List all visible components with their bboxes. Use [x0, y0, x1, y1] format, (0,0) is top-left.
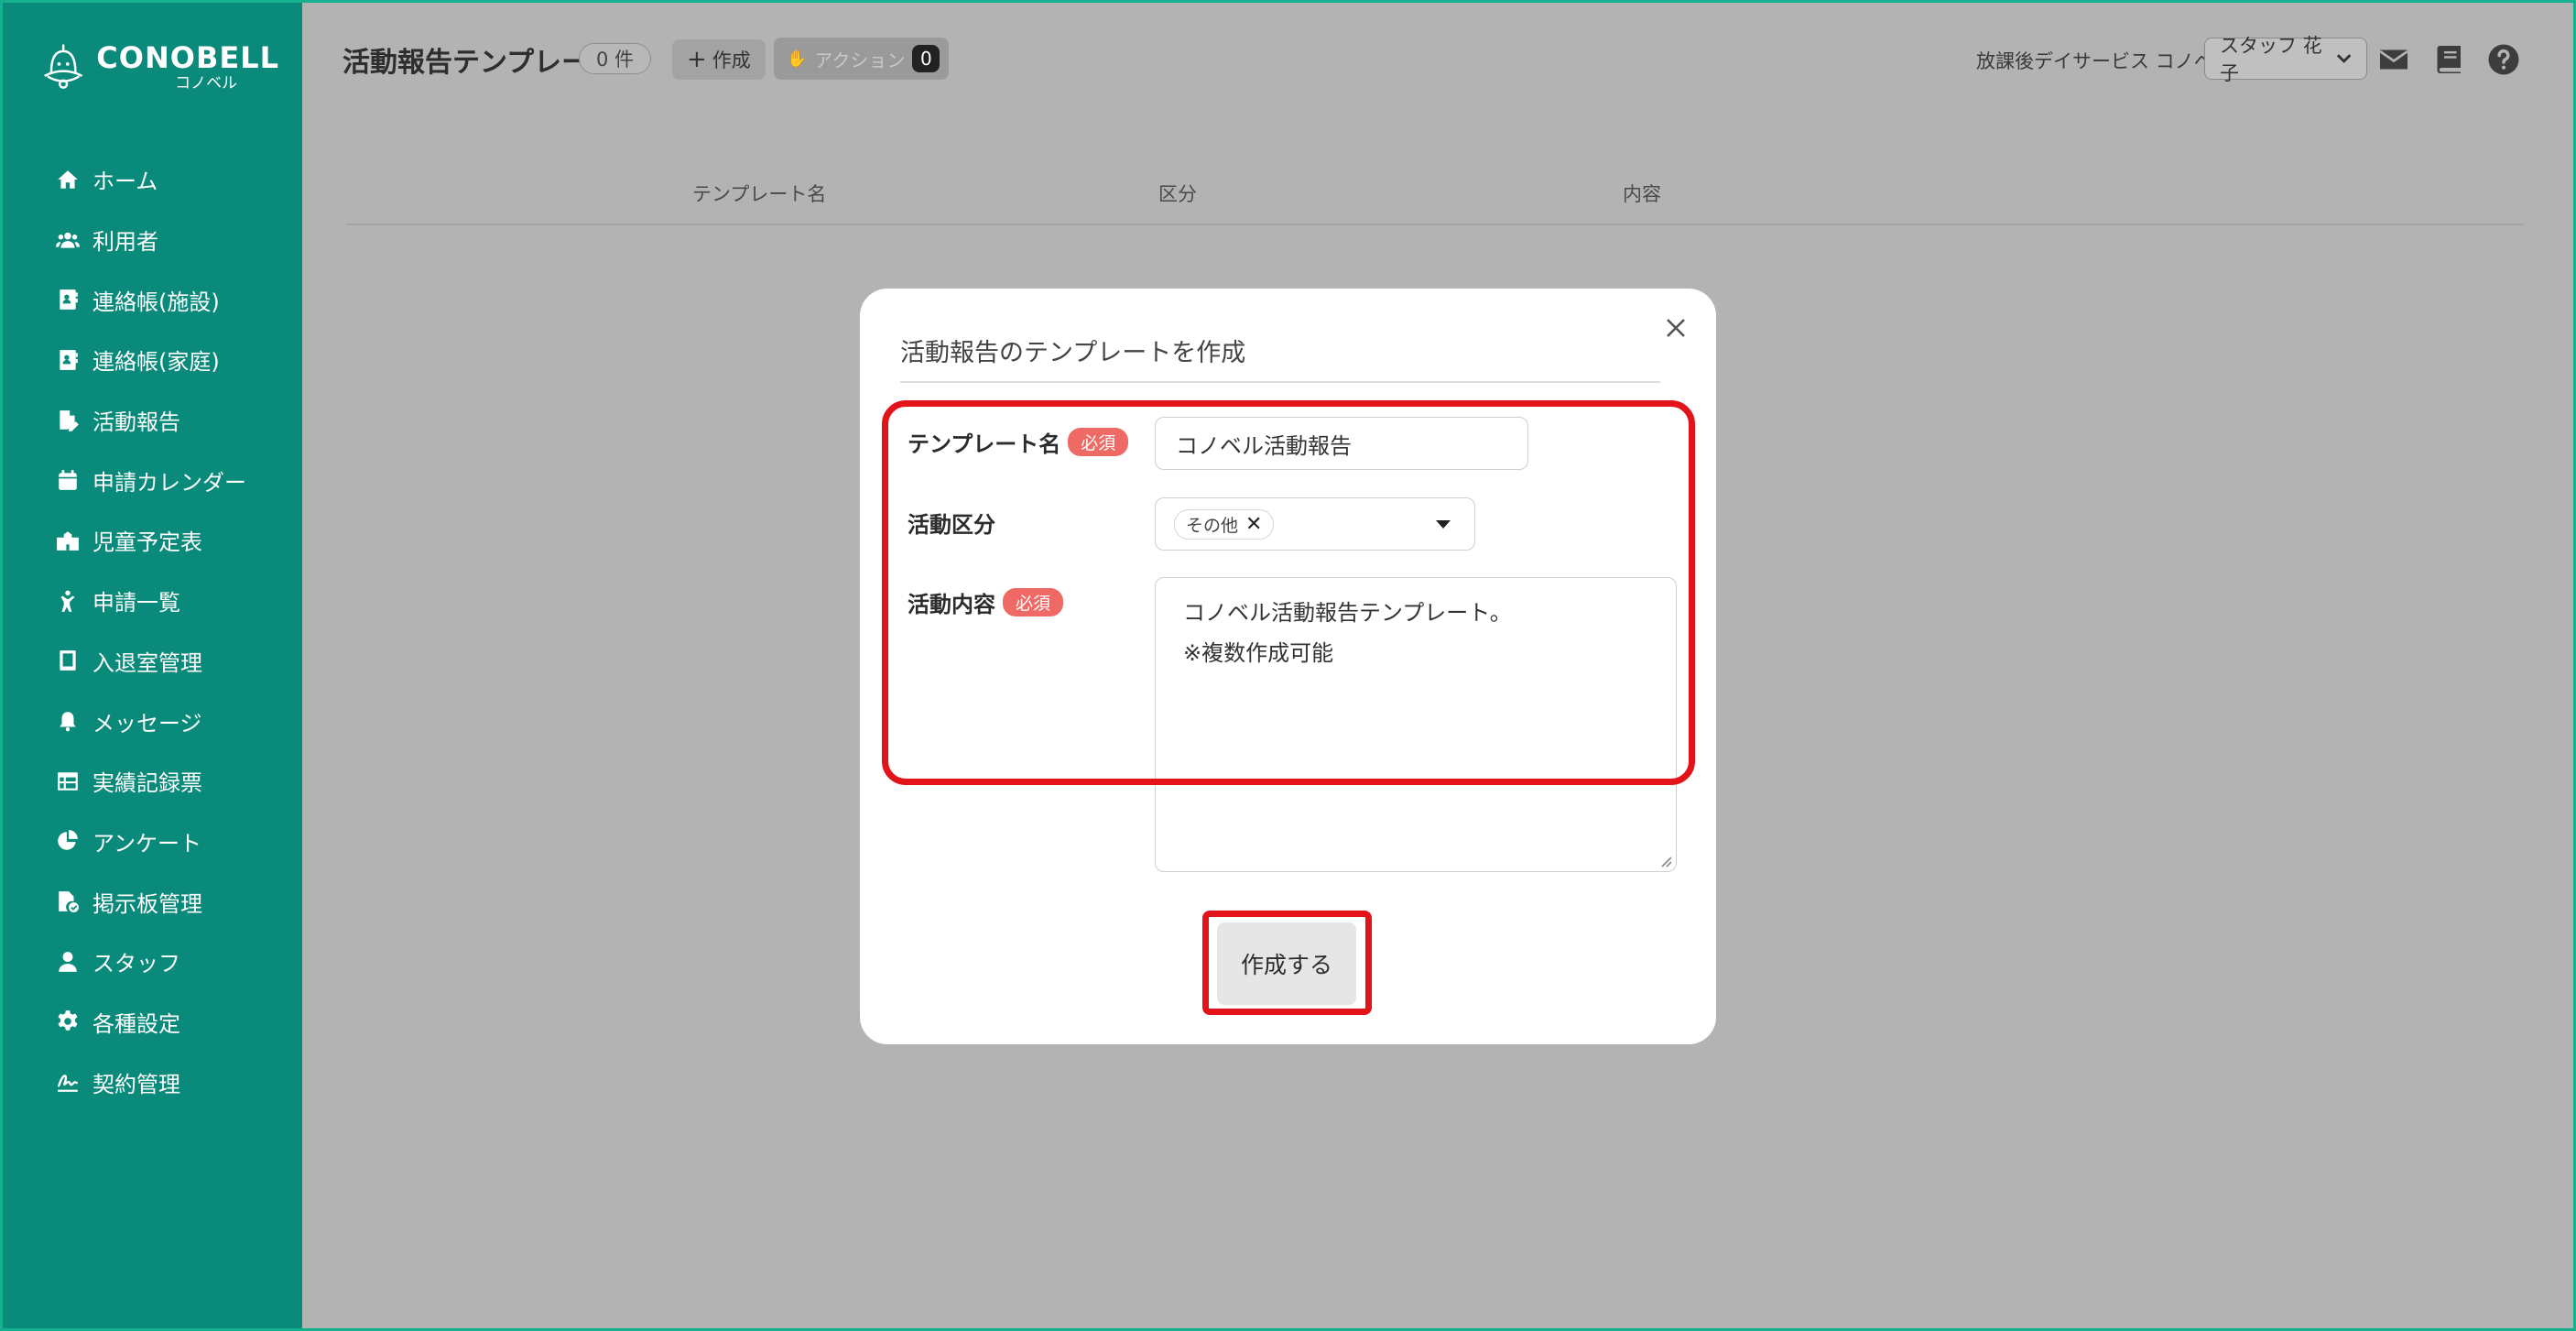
plus-icon: + — [687, 46, 707, 73]
signature-icon — [56, 1070, 80, 1094]
topbar: 活動報告テンプレート 0 件 + 作成 ✋ アクション 0 放課後デイサービス … — [302, 3, 2573, 113]
form-highlight-box — [882, 400, 1695, 785]
action-count-badge: 0 — [912, 45, 940, 72]
sidebar-item-activity-report[interactable]: 活動報告 — [3, 390, 302, 451]
staff-select-value: スタッフ 花子 — [2220, 35, 2322, 84]
sidebar: CONOBELL コノベル ホーム 利用者 連絡帳(施設) 連絡帳(家庭) 活動… — [3, 3, 302, 1328]
create-button-label: 作成 — [712, 49, 751, 71]
staff-select[interactable]: スタッフ 花子 — [2204, 35, 2367, 84]
table-icon — [56, 769, 80, 793]
sidebar-item-label: 申請カレンダー — [92, 469, 246, 496]
brand-name: CONOBELL — [96, 40, 279, 75]
home-icon — [56, 168, 80, 191]
sidebar-item-label: スタッフ — [92, 951, 180, 977]
calendar-icon — [56, 468, 80, 492]
school-icon — [56, 529, 80, 552]
sidebar-item-child-schedule[interactable]: 児童予定表 — [3, 510, 302, 571]
sidebar-item-label: 掲示板管理 — [92, 890, 202, 917]
page-title: 活動報告テンプレート — [342, 47, 617, 79]
sidebar-item-label: 連絡帳(家庭) — [92, 349, 220, 376]
bell-icon — [56, 709, 80, 733]
sidebar-item-label: 利用者 — [92, 229, 158, 256]
sidebar-item-contact-facility[interactable]: 連絡帳(施設) — [3, 269, 302, 330]
users-icon — [56, 228, 80, 252]
sidebar-item-label: 実績記録票 — [92, 770, 202, 797]
tablet-icon — [56, 649, 80, 672]
resize-grip-icon[interactable] — [1659, 855, 1672, 867]
column-header-content[interactable]: 内容 — [1623, 180, 1661, 207]
report-icon — [56, 409, 80, 432]
sidebar-item-label: メッセージ — [92, 710, 202, 736]
sidebar-item-label: 児童予定表 — [92, 529, 202, 556]
sidebar-item-label: 契約管理 — [92, 1071, 180, 1097]
sidebar-item-label: 申請一覧 — [92, 590, 180, 616]
sidebar-item-label: 活動報告 — [92, 409, 180, 436]
sidebar-item-contracts[interactable]: 契約管理 — [3, 1052, 302, 1112]
contact-book-icon — [56, 288, 80, 311]
facility-name: 放課後デイサービス コノベル — [1976, 50, 2233, 72]
column-header-category[interactable]: 区分 — [1158, 180, 1197, 207]
sidebar-item-survey[interactable]: アンケート — [3, 812, 302, 872]
file-check-icon — [56, 889, 80, 913]
help-icon[interactable] — [2487, 43, 2520, 76]
create-button[interactable]: + 作成 — [672, 39, 766, 80]
gear-icon — [56, 1009, 80, 1033]
sidebar-item-settings[interactable]: 各種設定 — [3, 992, 302, 1053]
sidebar-item-calendar[interactable]: 申請カレンダー — [3, 450, 302, 510]
sidebar-item-home[interactable]: ホーム — [3, 149, 302, 210]
child-icon — [56, 589, 80, 613]
close-button[interactable] — [1660, 312, 1691, 344]
sidebar-item-entry-exit[interactable]: 入退室管理 — [3, 631, 302, 692]
count-badge: 0 件 — [579, 43, 652, 74]
action-button[interactable]: ✋ アクション 0 — [774, 38, 950, 80]
close-icon — [1667, 319, 1685, 337]
sidebar-item-label: 各種設定 — [92, 1010, 180, 1037]
sidebar-item-label: ホーム — [92, 169, 158, 195]
sidebar-item-messages[interactable]: メッセージ — [3, 691, 302, 751]
chevron-down-icon — [2336, 54, 2352, 63]
create-template-modal: 活動報告のテンプレートを作成 テンプレート名 必須 コノベル活動報告 活動区分 … — [860, 289, 1716, 1044]
pie-chart-icon — [56, 829, 80, 853]
column-header-template-name[interactable]: テンプレート名 — [692, 180, 826, 207]
modal-divider — [900, 381, 1660, 383]
sidebar-item-records[interactable]: 実績記録票 — [3, 751, 302, 812]
contact-book-icon — [56, 348, 80, 372]
sidebar-item-staff[interactable]: スタッフ — [3, 932, 302, 992]
brand-sub: コノベル — [175, 74, 238, 93]
sidebar-item-label: アンケート — [92, 830, 202, 856]
sidebar-item-users[interactable]: 利用者 — [3, 210, 302, 270]
staff-icon — [56, 950, 80, 974]
table-header: テンプレート名 区分 内容 — [346, 174, 2524, 225]
button-highlight-box — [1202, 911, 1372, 1015]
mail-icon[interactable] — [2377, 43, 2410, 76]
modal-title: 活動報告のテンプレートを作成 — [900, 339, 1246, 367]
sidebar-item-contact-home[interactable]: 連絡帳(家庭) — [3, 330, 302, 390]
book-icon[interactable] — [2433, 43, 2466, 76]
sidebar-item-bulletin[interactable]: 掲示板管理 — [3, 871, 302, 932]
bell-logo-icon — [44, 44, 82, 89]
hand-icon: ✋ — [787, 49, 808, 69]
logo[interactable]: CONOBELL コノベル — [41, 34, 279, 100]
sidebar-nav: ホーム 利用者 連絡帳(施設) 連絡帳(家庭) 活動報告 申請カレンダー 児童予… — [3, 149, 302, 1112]
sidebar-item-requests[interactable]: 申請一覧 — [3, 571, 302, 631]
action-button-label: アクション — [814, 49, 906, 71]
sidebar-item-label: 連絡帳(施設) — [92, 289, 220, 315]
sidebar-item-label: 入退室管理 — [92, 649, 202, 676]
